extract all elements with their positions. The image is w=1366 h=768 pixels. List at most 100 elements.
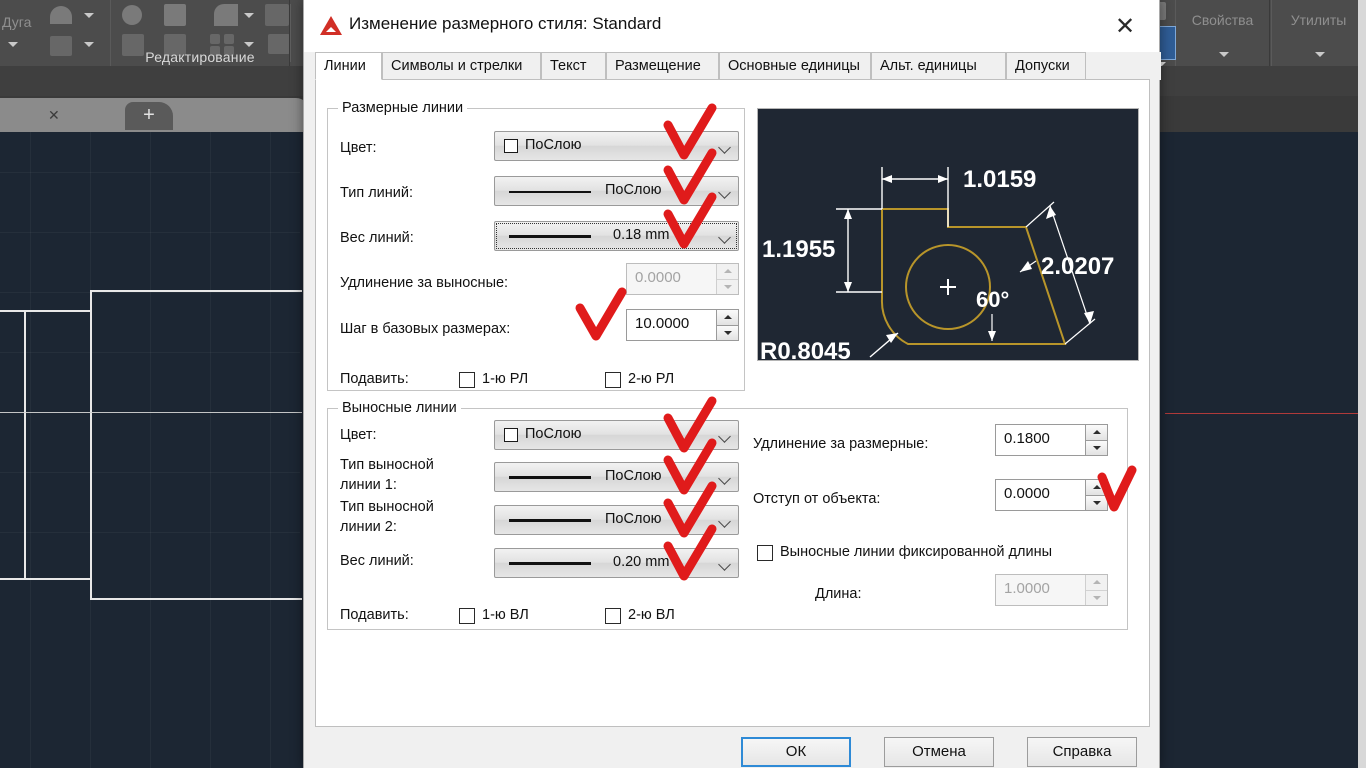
group-label: Размерные линии (338, 100, 467, 116)
extline-length-spinner[interactable]: 1.0000 (995, 574, 1108, 606)
spinner-value[interactable]: 0.0000 (996, 480, 1085, 510)
chevron-down-icon[interactable] (718, 558, 731, 571)
cancel-button-label: Отмена (912, 743, 966, 760)
dimline-color-label: Цвет: (340, 140, 377, 156)
preview-dim-label: 60° (976, 287, 1009, 312)
extline-color-value: ПоСлою (525, 426, 582, 442)
tab-symbols-arrows[interactable]: Символы и стрелки (382, 52, 541, 80)
chevron-down-icon[interactable] (84, 42, 94, 47)
help-button[interactable]: Справка (1027, 737, 1137, 767)
tab-label: Текст (550, 58, 587, 74)
close-icon[interactable]: ✕ (48, 108, 60, 124)
extline-type1-combo[interactable]: ПоСлою (494, 462, 739, 492)
color-swatch-icon (504, 428, 518, 442)
cad-geometry-line (0, 578, 92, 580)
extline-color-label: Цвет: (340, 427, 377, 443)
extline-type2-combo[interactable]: ПоСлою (494, 505, 739, 535)
spinner-down-icon[interactable] (1086, 496, 1107, 511)
checkbox-box[interactable] (757, 545, 773, 561)
checkbox-label: 2-ю ВЛ (628, 607, 675, 623)
checkbox-box[interactable] (605, 608, 621, 624)
spinner-up-icon[interactable] (717, 264, 738, 280)
tab-placement[interactable]: Размещение (606, 52, 719, 80)
checkbox-box[interactable] (459, 372, 475, 388)
dialog-title: Изменение размерного стиля: Standard (349, 14, 661, 34)
extline-type1-label-line1: Тип выносной линии 1: (340, 457, 434, 493)
cancel-button[interactable]: Отмена (884, 737, 994, 767)
spinner-down-icon[interactable] (1086, 591, 1107, 606)
checkbox-box[interactable] (605, 372, 621, 388)
dimension-lines-group: Размерные линии Цвет: ПоСлою Тип линий: … (327, 108, 745, 391)
linetype-sample-icon (509, 476, 591, 479)
preview-dim-label: 1.0159 (963, 166, 1036, 193)
dimline-lineweight-value: 0.18 mm (613, 227, 669, 243)
tab-lines[interactable]: Линии (315, 52, 382, 80)
close-icon[interactable]: ✕ (1109, 10, 1141, 42)
cad-geometry-line (90, 290, 302, 292)
extline-type2-label-line1: Тип выносной линии 2: (340, 499, 434, 535)
tab-alternate-units[interactable]: Альт. единицы (871, 52, 1006, 80)
linetype-sample-icon (509, 191, 591, 193)
extline-suppress-label: Подавить: (340, 607, 409, 623)
arc-tool-icon[interactable] (50, 6, 72, 24)
chevron-down-icon[interactable] (718, 231, 731, 244)
chevron-down-icon[interactable] (8, 42, 18, 47)
checkbox-label: Выносные линии фиксированной длины (780, 544, 1052, 560)
dimline-linetype-label: Тип линий: (340, 185, 413, 201)
extline-color-combo[interactable]: ПоСлою (494, 420, 739, 450)
spinner-down-icon[interactable] (1086, 441, 1107, 456)
dimline-lineweight-label: Вес линий: (340, 230, 414, 246)
right-scroll-rail[interactable] (1358, 0, 1366, 768)
spinner-down-icon[interactable] (717, 280, 738, 295)
dimline-baseline-spinner[interactable]: 10.0000 (626, 309, 739, 341)
group-label: Выносные линии (338, 400, 461, 416)
extline-type1-label: Тип выносной линии 1: (340, 455, 434, 495)
chevron-down-icon[interactable] (718, 472, 731, 485)
dimline-extend-spinner[interactable]: 0.0000 (626, 263, 739, 295)
spinner-up-icon[interactable] (717, 310, 738, 326)
tab-label: Линии (324, 58, 366, 74)
new-tab-button[interactable]: + (125, 102, 173, 130)
chevron-down-icon[interactable] (718, 515, 731, 528)
dimline-color-combo[interactable]: ПоСлою (494, 131, 739, 161)
tab-tolerances[interactable]: Допуски (1006, 52, 1086, 80)
chevron-down-icon[interactable] (718, 186, 731, 199)
dialog-tab-bar: Линии Символы и стрелки Текст Размещение… (304, 52, 1161, 80)
chevron-down-icon[interactable] (718, 430, 731, 443)
cad-geometry-line (0, 310, 92, 312)
tab-label: Допуски (1015, 58, 1070, 74)
checkbox-label: 2-ю РЛ (628, 371, 674, 387)
ribbon-panel-label-utilities: Утилиты (1272, 12, 1365, 28)
chevron-down-icon[interactable] (718, 141, 731, 154)
spinner-value[interactable]: 10.0000 (627, 310, 716, 340)
chevron-down-icon[interactable] (1315, 52, 1325, 57)
spinner-up-icon[interactable] (1086, 480, 1107, 496)
preview-dim-label: R0.8045 (760, 338, 851, 362)
tab-text[interactable]: Текст (541, 52, 606, 80)
spinner-up-icon[interactable] (1086, 575, 1107, 591)
ok-button[interactable]: ОК (741, 737, 851, 767)
extline-type2-label: Тип выносной линии 2: (340, 497, 434, 537)
chevron-down-icon[interactable] (1219, 52, 1229, 57)
extline-lineweight-combo[interactable]: 0.20 mm (494, 548, 739, 578)
dimline-baseline-label: Шаг в базовых размерах: (340, 321, 510, 337)
tab-panel-lines: Размерные линии Цвет: ПоСлою Тип линий: … (315, 79, 1150, 727)
spinner-value[interactable]: 0.1800 (996, 425, 1085, 455)
color-swatch-icon (504, 139, 518, 153)
cad-geometry-line (90, 290, 92, 600)
spinner-up-icon[interactable] (1086, 425, 1107, 441)
checkbox-label: 1-ю ВЛ (482, 607, 529, 623)
extline-extend-beyond-spinner[interactable]: 0.1800 (995, 424, 1108, 456)
checkbox-box[interactable] (459, 608, 475, 624)
spinner-down-icon[interactable] (717, 326, 738, 341)
tab-primary-units[interactable]: Основные единицы (719, 52, 871, 80)
array-tool-icon[interactable] (50, 36, 72, 56)
dimline-linetype-combo[interactable]: ПоСлою (494, 176, 739, 206)
spinner-value[interactable]: 0.0000 (627, 264, 716, 294)
chevron-down-icon[interactable] (84, 13, 94, 18)
autocad-logo-icon (320, 16, 342, 35)
dimline-lineweight-combo[interactable]: 0.18 mm (494, 221, 739, 251)
extline-offset-spinner[interactable]: 0.0000 (995, 479, 1108, 511)
cad-axis-marker (1165, 413, 1366, 414)
spinner-value[interactable]: 1.0000 (996, 575, 1085, 605)
